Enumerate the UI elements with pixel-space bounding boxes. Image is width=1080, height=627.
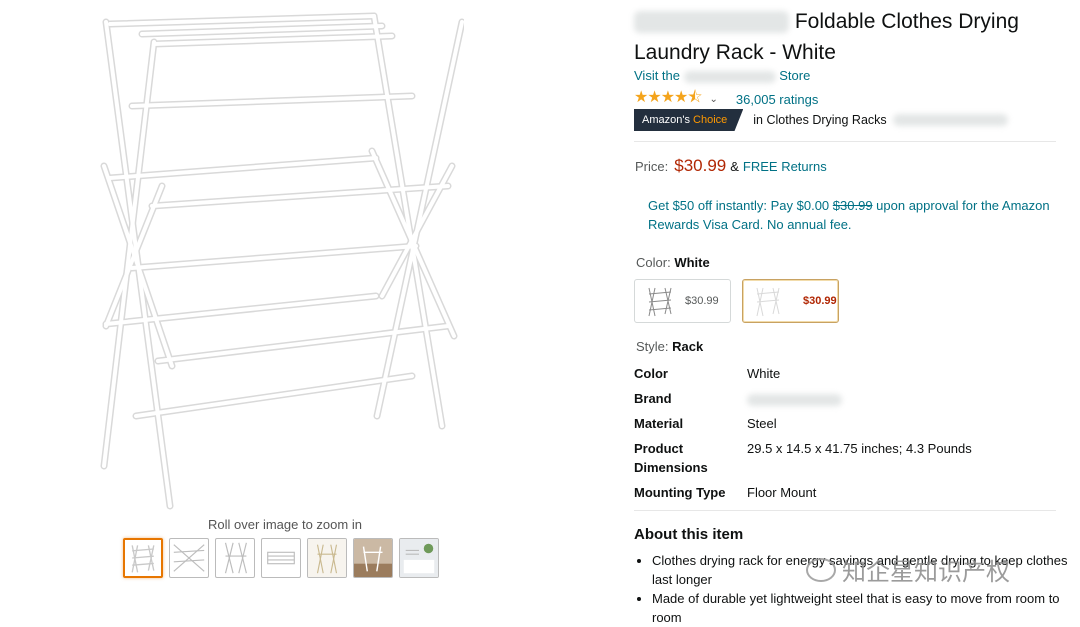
price-row: Price: $30.99 & FREE Returns (635, 156, 827, 175)
main-product-image[interactable] (92, 6, 464, 516)
thumbnail-7[interactable] (399, 538, 439, 578)
spec-row-color: Color White (634, 366, 781, 381)
product-specs-table: Color White Brand Material Steel Product… (634, 364, 1054, 508)
divider (634, 141, 1056, 142)
style-selector-label: Style: Rack (636, 339, 704, 354)
thumbnail-3[interactable] (215, 538, 255, 578)
color-selector-label: Color: White (636, 255, 710, 270)
redacted-brand (634, 11, 789, 34)
chevron-down-icon[interactable]: ⌄ (710, 94, 718, 105)
spec-row-mounting: Mounting Type Floor Mount (634, 485, 817, 500)
thumbnail-4[interactable] (261, 538, 301, 578)
list-item: Made of durable yet lightweight steel th… (652, 589, 1072, 627)
thumbnail-1[interactable] (123, 538, 163, 578)
amazons-choice-badge: Amazon's Choice (634, 109, 744, 131)
swatch-rack-image (756, 287, 780, 317)
thumbnail-6[interactable] (353, 538, 393, 578)
spec-row-brand: Brand (634, 389, 1054, 408)
color-swatch-2[interactable]: $30.99 (742, 279, 839, 323)
amazons-choice-row: Amazon's Choice in Clothes Drying Racks (634, 109, 1008, 131)
free-returns-link[interactable]: FREE Returns (743, 159, 827, 174)
thumbnail-strip (123, 538, 439, 578)
wechat-icon (806, 557, 836, 582)
redacted-store-name (683, 70, 776, 83)
color-swatch-1[interactable]: $30.99 (634, 279, 731, 323)
price-value: $30.99 (674, 156, 727, 175)
about-heading: About this item (634, 526, 744, 543)
zoom-hint: Roll over image to zoom in (208, 517, 362, 532)
badge-category-link[interactable]: in Clothes Drying Racks (753, 113, 886, 127)
ratings-count-link[interactable]: 36,005 ratings (736, 92, 818, 107)
thumbnail-2[interactable] (169, 538, 209, 578)
rewards-card-promo[interactable]: Get $50 off instantly: Pay $0.00 $30.99 … (648, 196, 1053, 234)
thumbnail-5[interactable] (307, 538, 347, 578)
redacted-category-suffix (892, 114, 1008, 126)
store-link[interactable]: Visit the Store (634, 68, 810, 83)
redacted-brand-value (747, 393, 842, 406)
image-gallery: Roll over image to zoom in (0, 0, 470, 620)
watermark: 知企星知识产权 (806, 552, 1010, 587)
spec-row-material: Material Steel (634, 416, 777, 431)
divider (634, 510, 1056, 511)
swatch-rack-image (648, 287, 672, 317)
spec-row-dimensions: Product Dimensions 29.5 x 14.5 x 41.75 i… (634, 441, 972, 475)
product-title: Foldable Clothes Drying Laundry Rack - W… (634, 10, 1019, 64)
